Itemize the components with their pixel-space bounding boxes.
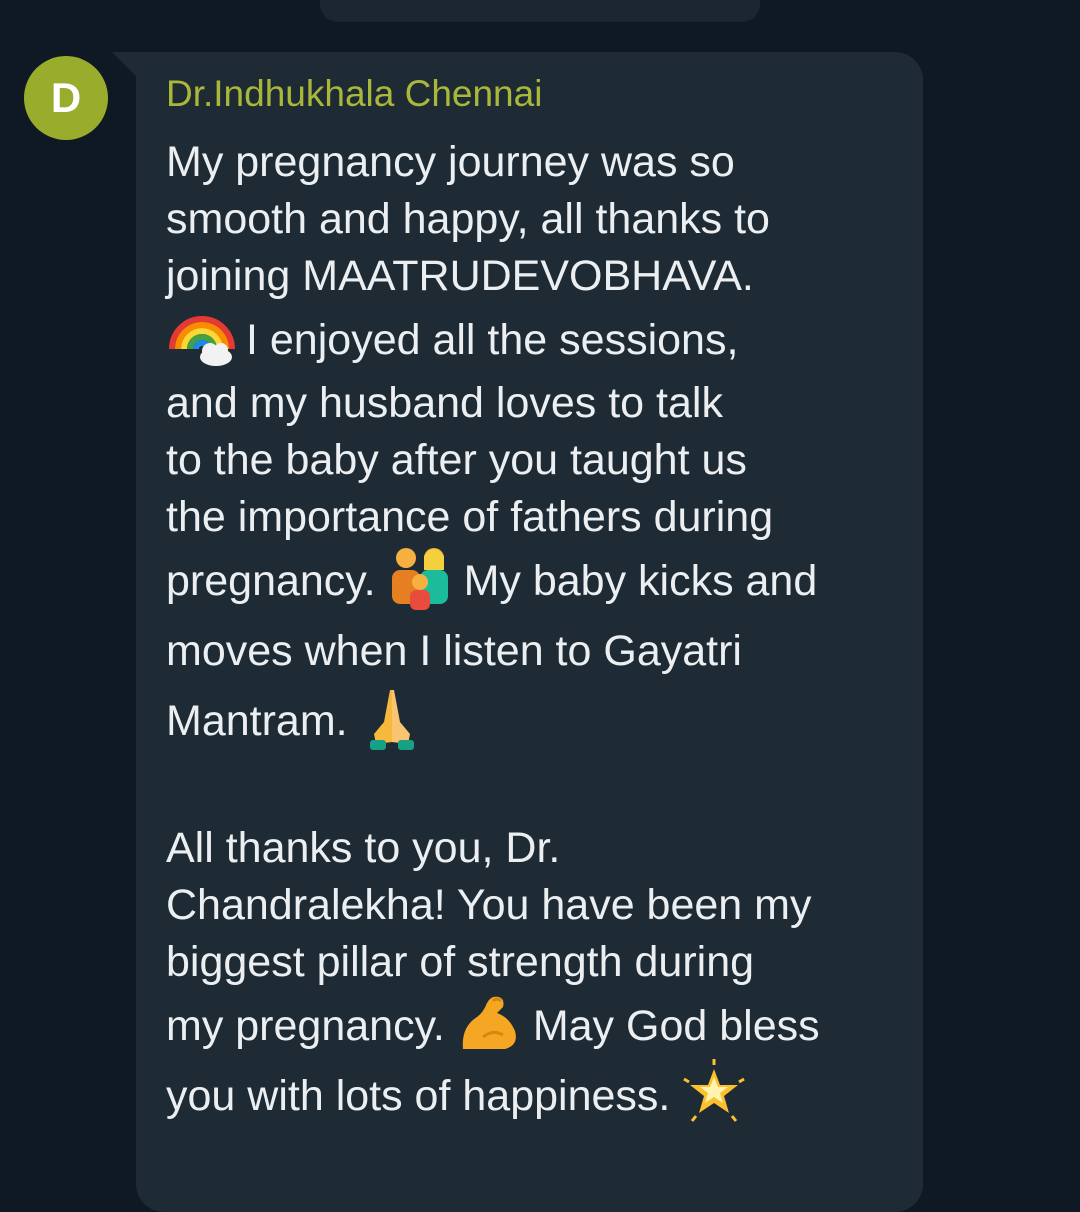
message-line: May God bless [532, 1002, 820, 1050]
message-line: All thanks to you, Dr. [166, 824, 561, 872]
message-line: joining MAATRUDEVOBHAVA. [166, 252, 754, 300]
folded-hands-icon [356, 682, 428, 754]
message-line: you with lots of happiness. [166, 1072, 671, 1120]
message-line: moves when I listen to Gayatri [166, 627, 742, 675]
sender-name[interactable]: Dr.Indhukhala Chennai [166, 72, 542, 116]
message-line: I enjoyed all the sessions, [246, 316, 739, 364]
message-line: Mantram. [166, 697, 348, 745]
message-line-with-emoji: Mantram. [166, 686, 906, 756]
avatar-letter: D [50, 74, 82, 121]
message-line: biggest pillar of strength during [166, 938, 755, 986]
family-icon [384, 542, 456, 614]
message-line: smooth and happy, all thanks to [166, 195, 770, 243]
message-line-with-emoji: you with lots of happiness. [166, 1058, 906, 1131]
message-line: my pregnancy. [166, 1002, 445, 1050]
message-line-with-emoji: pregnancy. My baby kicks and [166, 546, 906, 616]
message-text: My pregnancy journey was so smooth and h… [166, 134, 906, 1131]
avatar[interactable]: D [24, 56, 108, 140]
message-line: Chandralekha! You have been my [166, 881, 812, 929]
bubble-tail [112, 52, 138, 78]
message-line-with-emoji: my pregnancy. May God bless [166, 991, 906, 1061]
message-line: to the baby after you taught us [166, 436, 747, 484]
message-line: the importance of fathers during [166, 493, 774, 541]
previous-message-fragment [320, 0, 760, 22]
message-line: and my husband loves to talk [166, 379, 723, 427]
message-line: My pregnancy journey was so [166, 138, 735, 186]
message-bubble[interactable]: Dr.Indhukhala Chennai My pregnancy journ… [136, 52, 923, 1212]
message-line: My baby kicks and [463, 557, 818, 605]
glowing-star-icon [678, 1057, 750, 1129]
message-line-with-emoji: I enjoyed all the sessions, [166, 305, 906, 375]
message-line: pregnancy. [166, 557, 376, 605]
rainbow-icon [166, 301, 238, 373]
flexed-biceps-icon [453, 987, 525, 1059]
